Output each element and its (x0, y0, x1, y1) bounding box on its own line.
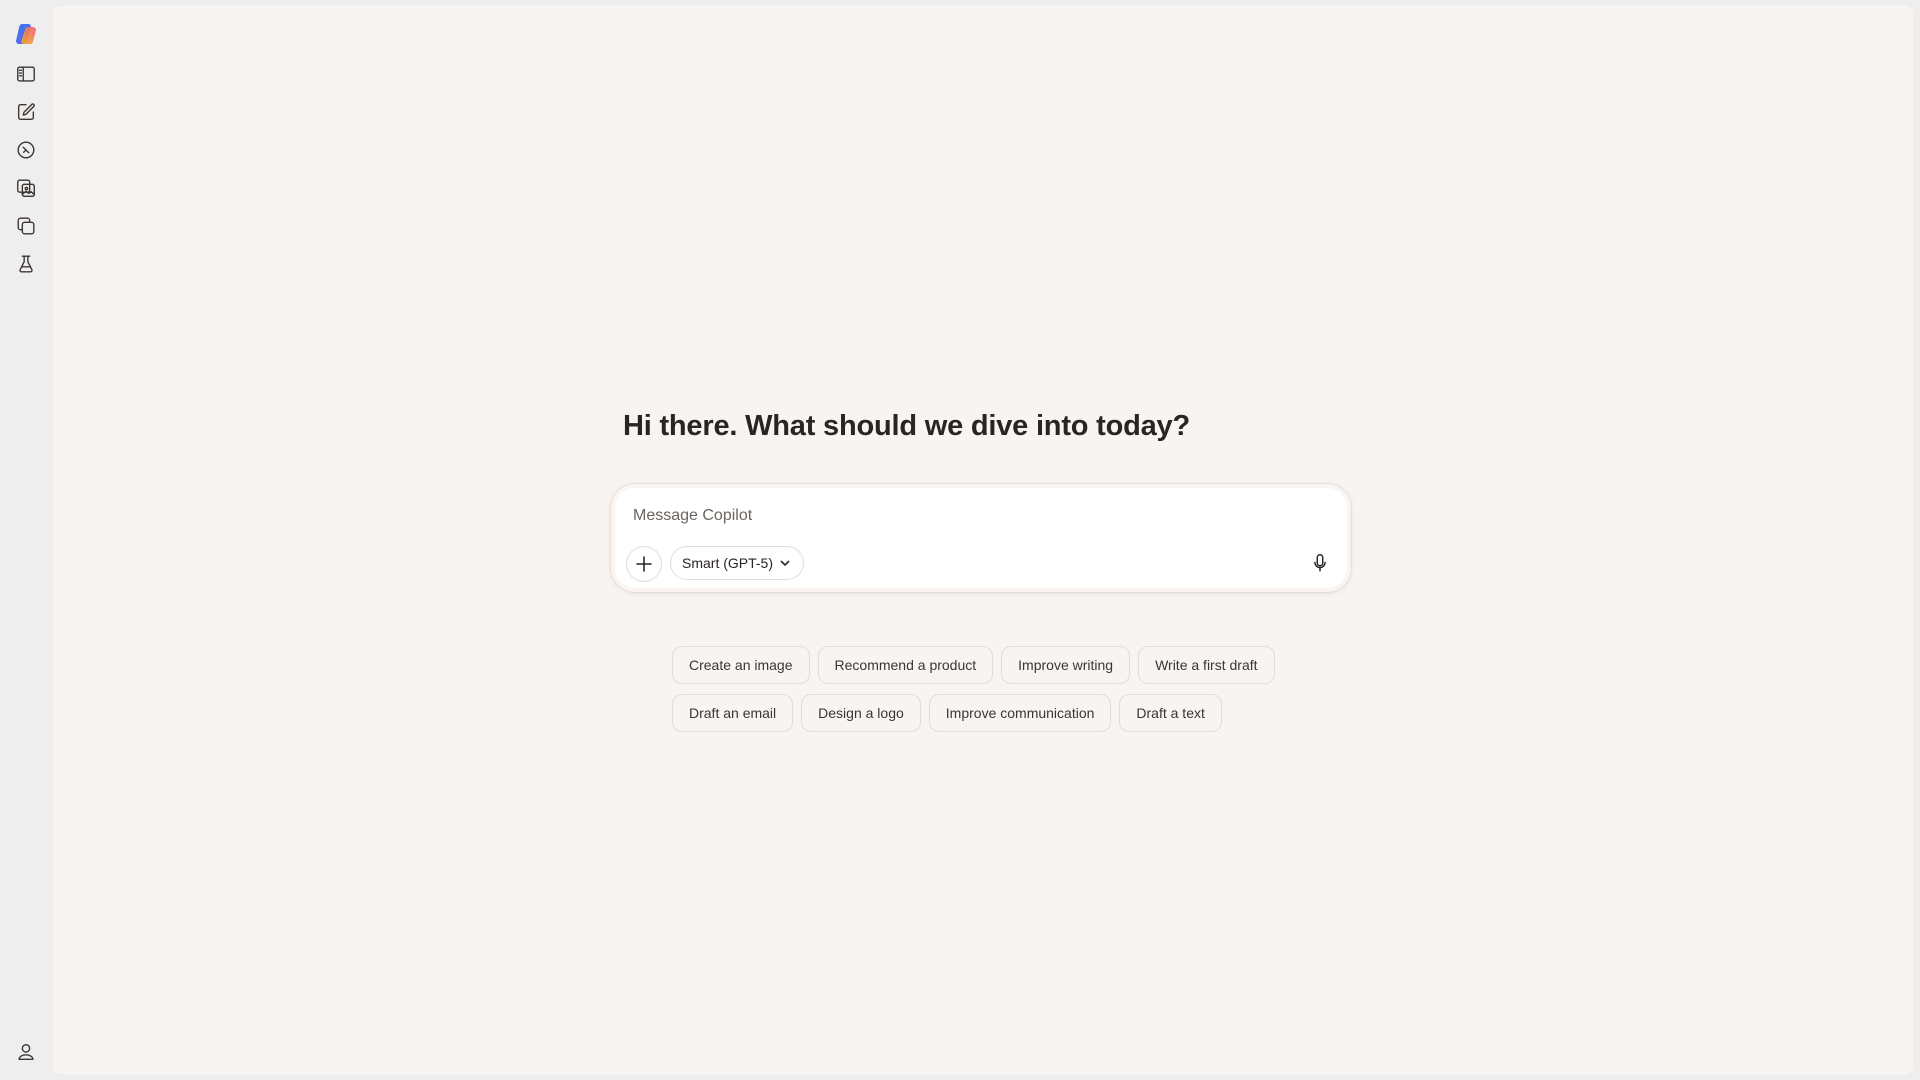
labs-button[interactable] (10, 248, 42, 280)
model-selector-button[interactable]: Smart (GPT-5) (670, 546, 805, 580)
copilot-logo-button[interactable] (10, 18, 42, 50)
add-attachment-button[interactable] (626, 546, 662, 582)
suggestions-row-2: Draft an email Design a logo Improve com… (672, 694, 1222, 732)
suggestions-row-1: Create an image Recommend a product Impr… (672, 646, 1275, 684)
new-chat-button[interactable] (10, 96, 42, 128)
sidebar (0, 0, 52, 1080)
toggle-sidebar-button[interactable] (10, 58, 42, 90)
pages-button[interactable] (10, 210, 42, 242)
suggestion-draft-text[interactable]: Draft a text (1119, 694, 1222, 732)
main-content: Hi there. What should we dive into today… (53, 6, 1913, 1074)
suggestion-design-logo[interactable]: Design a logo (801, 694, 921, 732)
microphone-icon (1314, 554, 1326, 572)
model-selector-label: Smart (GPT-5) (682, 555, 774, 571)
suggestion-write-first-draft[interactable]: Write a first draft (1138, 646, 1275, 684)
image-gallery-icon (17, 179, 35, 197)
profile-button[interactable] (10, 1036, 42, 1068)
flask-icon (19, 255, 33, 273)
imagine-button[interactable] (10, 172, 42, 204)
discover-button[interactable] (10, 134, 42, 166)
suggestion-recommend-product[interactable]: Recommend a product (817, 646, 994, 684)
message-input[interactable] (631, 502, 1315, 530)
chevron-down-icon (780, 560, 790, 567)
suggestion-improve-communication[interactable]: Improve communication (928, 694, 1112, 732)
copilot-logo-icon (16, 23, 36, 45)
person-icon (18, 1043, 34, 1061)
compass-icon (17, 141, 35, 159)
plus-icon (636, 556, 652, 572)
microphone-button[interactable] (1303, 546, 1337, 580)
suggestion-create-image[interactable]: Create an image (672, 646, 810, 684)
copy-pages-icon (17, 217, 35, 235)
message-composer: Smart (GPT-5) (611, 484, 1351, 592)
compose-icon (17, 103, 35, 121)
sidebar-panel-icon (17, 66, 35, 82)
suggestion-draft-email[interactable]: Draft an email (672, 694, 794, 732)
suggestion-improve-writing[interactable]: Improve writing (1001, 646, 1131, 684)
greeting-heading: Hi there. What should we dive into today… (623, 410, 1190, 442)
